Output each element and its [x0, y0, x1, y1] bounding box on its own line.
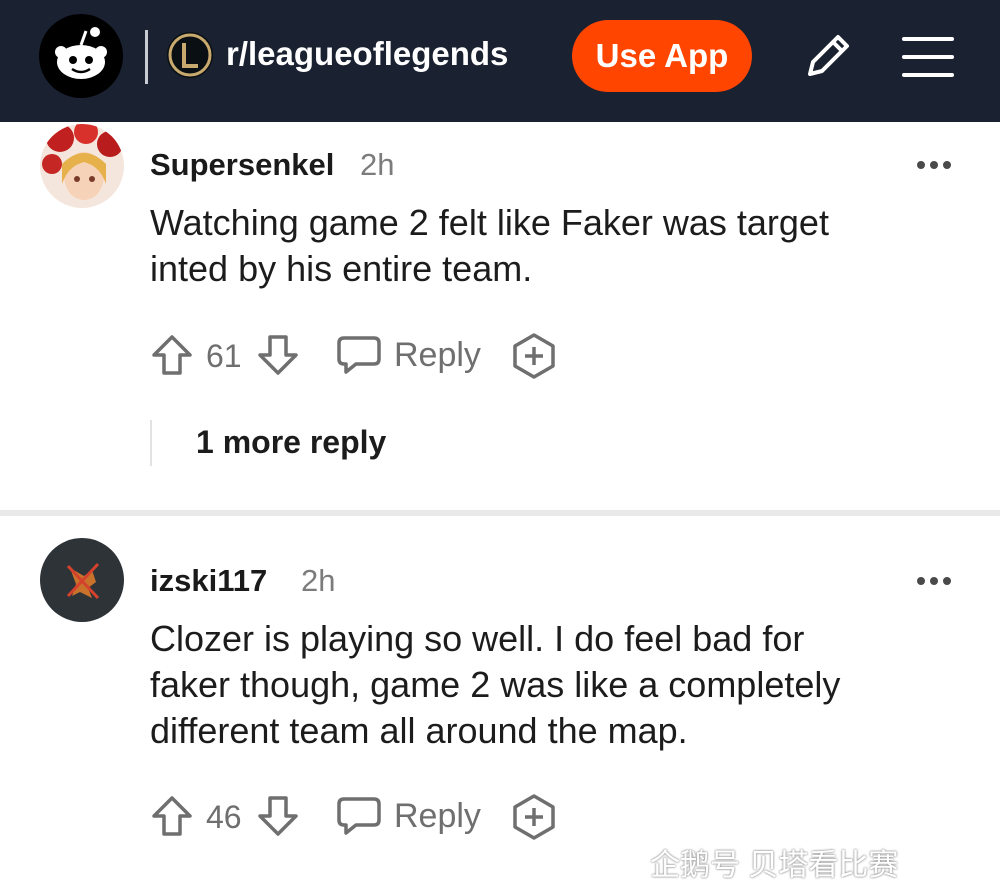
comment-text-line: Watching game 2 felt like Faker was targ… — [150, 202, 829, 243]
use-app-button[interactable]: Use App — [572, 20, 752, 92]
reply-button[interactable]: Reply — [394, 797, 481, 836]
watermark: 企鹅号 贝塔看比赛 — [650, 849, 899, 882]
more-replies-link[interactable]: 1 more reply — [196, 424, 386, 461]
reddit-logo-icon[interactable] — [39, 14, 123, 98]
comment-body: Clozer is playing so well. I do feel bad… — [150, 616, 950, 754]
thread-line — [150, 420, 152, 466]
reply-icon[interactable] — [336, 795, 382, 842]
more-options-icon[interactable] — [916, 158, 952, 176]
comment-text-line: Clozer is playing so well. I do feel bad… — [150, 618, 805, 659]
comment-body: Watching game 2 felt like Faker was targ… — [150, 200, 950, 292]
avatar[interactable] — [40, 538, 124, 622]
reply-button[interactable]: Reply — [394, 336, 481, 375]
avatar[interactable] — [40, 124, 124, 208]
vote-score: 61 — [206, 338, 242, 374]
reply-icon[interactable] — [336, 334, 382, 381]
username[interactable]: Supersenkel — [150, 147, 334, 183]
comment-text-line: inted by his entire team. — [150, 248, 533, 289]
upvote-icon[interactable] — [150, 794, 194, 843]
comment-text-line: different team all around the map. — [150, 710, 688, 751]
subreddit-name[interactable]: r/leagueoflegends — [226, 34, 508, 74]
vote-score: 46 — [206, 799, 242, 835]
comment-text-line: faker though, game 2 was like a complete… — [150, 664, 841, 705]
award-icon[interactable] — [510, 793, 558, 846]
award-icon[interactable] — [510, 332, 558, 385]
comment-separator — [0, 510, 1000, 516]
timestamp: 2h — [301, 563, 336, 598]
downvote-icon[interactable] — [256, 794, 300, 843]
menu-icon[interactable] — [900, 34, 956, 85]
more-options-icon[interactable] — [916, 574, 952, 592]
pencil-icon[interactable] — [800, 28, 856, 89]
top-bar: r/leagueoflegends Use App — [0, 0, 1000, 122]
timestamp: 2h — [360, 147, 395, 182]
header-divider — [145, 30, 148, 84]
username[interactable]: izski117 — [150, 563, 267, 599]
downvote-icon[interactable] — [256, 333, 300, 382]
league-logo-icon[interactable] — [167, 32, 213, 78]
upvote-icon[interactable] — [150, 333, 194, 382]
